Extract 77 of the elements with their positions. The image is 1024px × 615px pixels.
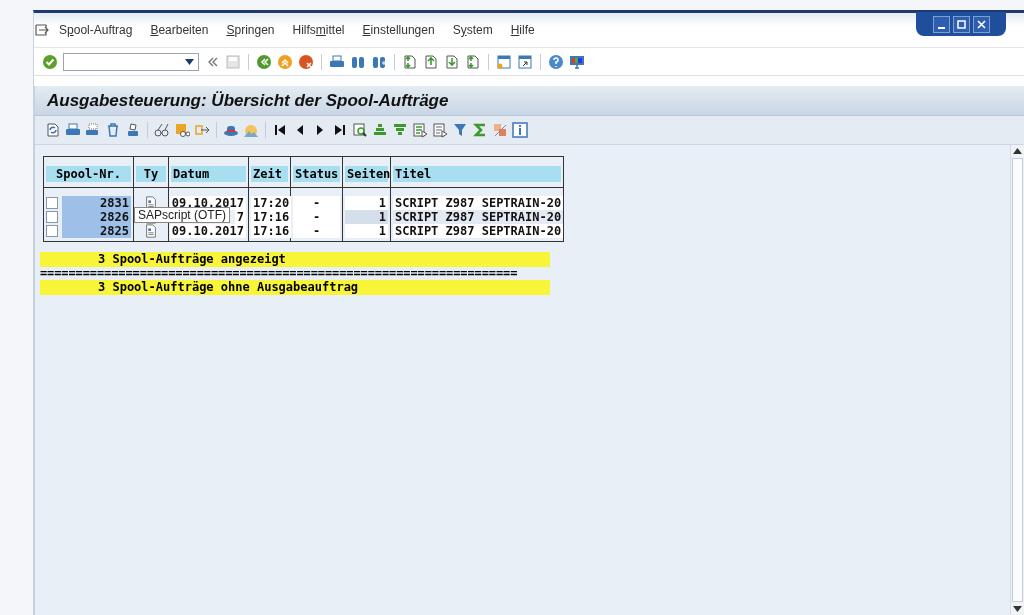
- refresh-icon[interactable]: [45, 122, 61, 138]
- printer-icon[interactable]: [65, 122, 81, 138]
- menu-item[interactable]: Hilfsmittel: [283, 23, 354, 37]
- time-cell: 17:20: [251, 196, 292, 210]
- menu-icon[interactable]: [34, 22, 50, 38]
- printer-icon[interactable]: [85, 122, 101, 138]
- scroll-down-icon[interactable]: [1013, 606, 1022, 612]
- printer-icon[interactable]: [125, 122, 141, 138]
- column-header[interactable]: Spool-Nr.: [46, 166, 131, 182]
- back-icon[interactable]: [256, 53, 272, 70]
- menu-item[interactable]: Bearbeiten: [141, 23, 218, 37]
- dropdown-caret-icon[interactable]: [185, 58, 194, 65]
- title-cell: SCRIPT Z987 SEPTRAIN-20: [393, 224, 564, 238]
- sort-descending-icon[interactable]: [392, 122, 408, 138]
- scroll-up-icon[interactable]: [1013, 148, 1022, 154]
- column-header[interactable]: Datum: [171, 166, 246, 182]
- column-header[interactable]: Titel: [393, 166, 561, 182]
- date-cell: 09.10.2017: [169, 224, 246, 238]
- close-button[interactable]: [972, 15, 990, 33]
- pages-cell: 1: [345, 224, 388, 238]
- first-page-icon[interactable]: [272, 122, 288, 138]
- column-header[interactable]: Seiten: [345, 166, 388, 182]
- pages-cell: 1: [345, 210, 388, 224]
- column-header[interactable]: Status: [293, 166, 340, 182]
- last-page-icon[interactable]: [332, 122, 348, 138]
- layout-icon[interactable]: [412, 122, 428, 138]
- time-cell: 17:16: [251, 224, 292, 238]
- row-checkbox[interactable]: [46, 211, 58, 223]
- menu-item[interactable]: Hilfe: [501, 23, 544, 37]
- find-icon[interactable]: [352, 122, 368, 138]
- document-icon[interactable]: [144, 223, 158, 239]
- minimize-icon: [937, 26, 945, 29]
- menu-item[interactable]: Spool-Auftrag: [50, 23, 142, 37]
- scroll-thumb[interactable]: [1012, 158, 1023, 602]
- glasses-icon[interactable]: [154, 122, 170, 138]
- pages-cell: 1: [345, 196, 388, 210]
- status-cell: -: [293, 196, 340, 210]
- column-header[interactable]: Ty: [136, 166, 166, 182]
- row-checkbox[interactable]: [46, 225, 58, 237]
- window-icon[interactable]: [517, 53, 533, 70]
- minimize-button[interactable]: [932, 15, 950, 33]
- monitor-icon[interactable]: [569, 53, 585, 70]
- trash-icon[interactable]: [105, 122, 121, 138]
- time-cell: 17:16: [251, 210, 292, 224]
- command-field[interactable]: [63, 52, 199, 71]
- help-icon[interactable]: [548, 53, 564, 70]
- date-cell: 7: [234, 210, 246, 224]
- column-header[interactable]: Zeit: [251, 166, 288, 182]
- export-icon[interactable]: [194, 122, 210, 138]
- info-icon[interactable]: [512, 122, 528, 138]
- menu-item[interactable]: System: [443, 23, 502, 37]
- layout-icon[interactable]: [432, 122, 448, 138]
- menu-item[interactable]: Einstellungen: [353, 23, 444, 37]
- page-icon[interactable]: [423, 53, 439, 70]
- row-checkbox[interactable]: [46, 197, 58, 209]
- close-icon: [976, 19, 986, 29]
- sum-icon[interactable]: [472, 122, 488, 138]
- maximize-icon: [956, 19, 966, 29]
- page-icon[interactable]: [402, 53, 418, 70]
- cancel-icon[interactable]: [298, 53, 314, 70]
- title-cell: SCRIPT Z987 SEPTRAIN-20: [393, 196, 564, 210]
- spool-number[interactable]: 2831: [62, 196, 131, 210]
- spool-number[interactable]: 2825: [62, 224, 131, 238]
- printer-icon[interactable]: [329, 53, 345, 70]
- filter-icon[interactable]: [452, 122, 468, 138]
- window-icon[interactable]: [496, 53, 512, 70]
- maximize-button[interactable]: [952, 15, 970, 33]
- enter-icon[interactable]: [42, 53, 58, 70]
- spool-number[interactable]: 2826: [62, 210, 131, 224]
- status-cell: -: [293, 224, 340, 238]
- screen-title: Ausgabesteuerung: Übersicht der Spool-Aufträge: [47, 90, 449, 111]
- page-icon[interactable]: [444, 53, 460, 70]
- page-icon[interactable]: [465, 53, 481, 70]
- menu-item[interactable]: Springen: [217, 23, 284, 37]
- status-cell: -: [293, 210, 340, 224]
- subtotal-icon[interactable]: [492, 122, 508, 138]
- title-cell: SCRIPT Z987 SEPTRAIN-20: [393, 210, 564, 224]
